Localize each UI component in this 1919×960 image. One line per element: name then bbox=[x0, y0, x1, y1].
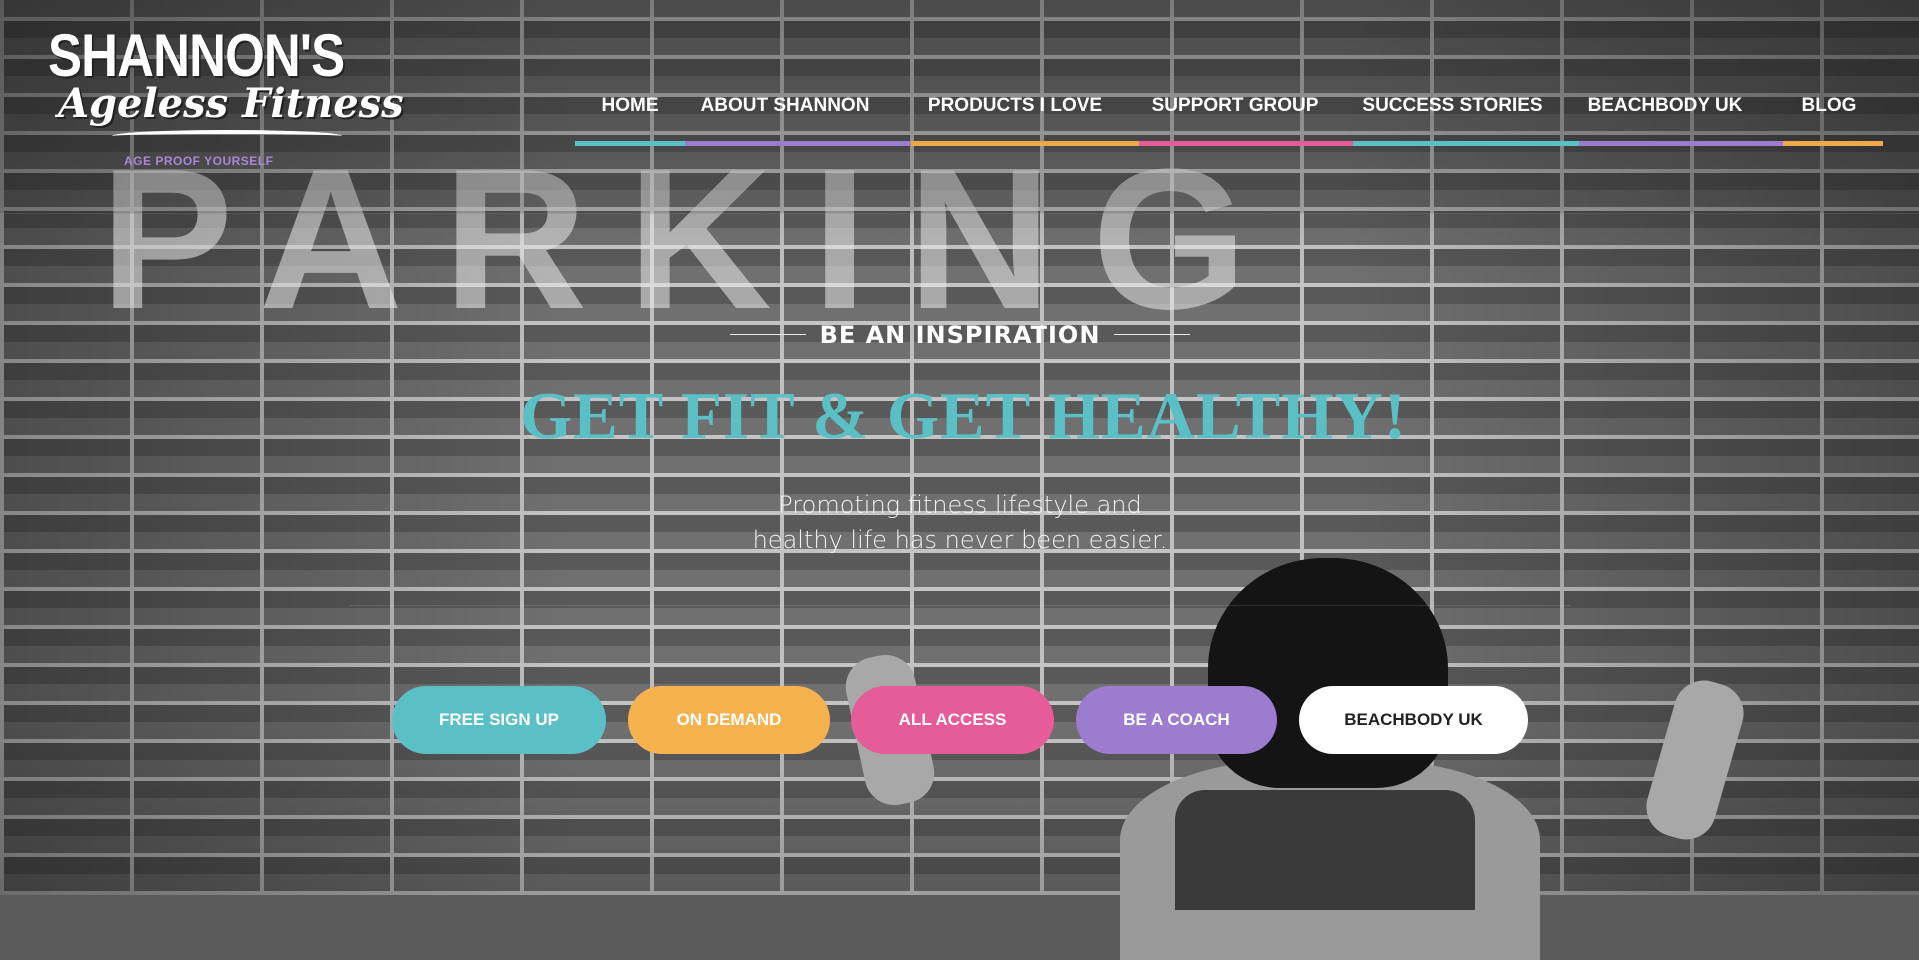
nav-item-label: SUPPORT GROUP bbox=[1151, 95, 1319, 116]
divider bbox=[350, 605, 1570, 606]
nav-item-home[interactable]: HOME bbox=[575, 92, 685, 148]
nav-underline-beachbody-uk bbox=[1579, 141, 1783, 146]
nav-item-label: SUCCESS STORIES bbox=[1362, 95, 1543, 116]
nav-item-blog[interactable]: BLOG bbox=[1775, 92, 1883, 148]
nav-underline-home bbox=[575, 141, 685, 146]
nav-item-label: HOME bbox=[601, 95, 659, 116]
figure-vest bbox=[1175, 790, 1475, 910]
kicker-text: BE AN INSPIRATION bbox=[819, 321, 1101, 349]
main-nav: HOME ABOUT SHANNON PRODUCTS I LOVE SUPPO… bbox=[575, 92, 1883, 148]
nav-item-products-i-love[interactable]: PRODUCTS I LOVE bbox=[910, 92, 1120, 148]
hero-headline: GET FIT & GET HEALTHY! bbox=[520, 379, 1408, 453]
nav-item-about-shannon[interactable]: ABOUT SHANNON bbox=[685, 92, 885, 148]
site-logo[interactable]: SHANNON'S Ageless Fitness AGE PROOF YOUR… bbox=[48, 22, 404, 169]
hero-subtext-line2: healthy life has never been easier. bbox=[752, 526, 1168, 554]
nav-underline-blog bbox=[1783, 141, 1883, 146]
all-access-button[interactable]: ALL ACCESS bbox=[851, 686, 1054, 754]
nav-item-beachbody-uk[interactable]: BEACHBODY UK bbox=[1565, 92, 1765, 148]
hero-subtext: Promoting fitness lifestyle and healthy … bbox=[710, 488, 1210, 558]
logo-subtitle: Ageless Fitness bbox=[58, 80, 404, 127]
nav-item-success-stories[interactable]: SUCCESS STORIES bbox=[1355, 92, 1550, 148]
be-a-coach-button[interactable]: BE A COACH bbox=[1076, 686, 1277, 754]
nav-item-label: ABOUT SHANNON bbox=[700, 95, 870, 116]
nav-underline-support-group bbox=[1139, 141, 1353, 146]
logo-title: SHANNON'S bbox=[48, 22, 345, 89]
nav-underline-success-stories bbox=[1353, 141, 1579, 146]
hero-kicker: BE AN INSPIRATION bbox=[730, 318, 1190, 352]
on-demand-button[interactable]: ON DEMAND bbox=[628, 686, 830, 754]
nav-item-label: BEACHBODY UK bbox=[1587, 95, 1743, 116]
logo-tagline: AGE PROOF YOURSELF bbox=[124, 154, 274, 168]
nav-item-support-group[interactable]: SUPPORT GROUP bbox=[1130, 92, 1340, 148]
logo-swoosh-icon bbox=[112, 130, 342, 142]
free-sign-up-button[interactable]: FREE SIGN UP bbox=[392, 686, 606, 754]
beachbody-uk-button[interactable]: BEACHBODY UK bbox=[1299, 686, 1528, 754]
nav-underline-about-shannon bbox=[685, 141, 911, 146]
hero-subtext-line1: Promoting fitness lifestyle and bbox=[778, 491, 1142, 519]
kicker-rule-right bbox=[1114, 334, 1190, 335]
nav-item-label: BLOG bbox=[1801, 95, 1857, 116]
nav-underline-products bbox=[911, 141, 1139, 146]
nav-item-label: PRODUCTS I LOVE bbox=[927, 95, 1103, 116]
